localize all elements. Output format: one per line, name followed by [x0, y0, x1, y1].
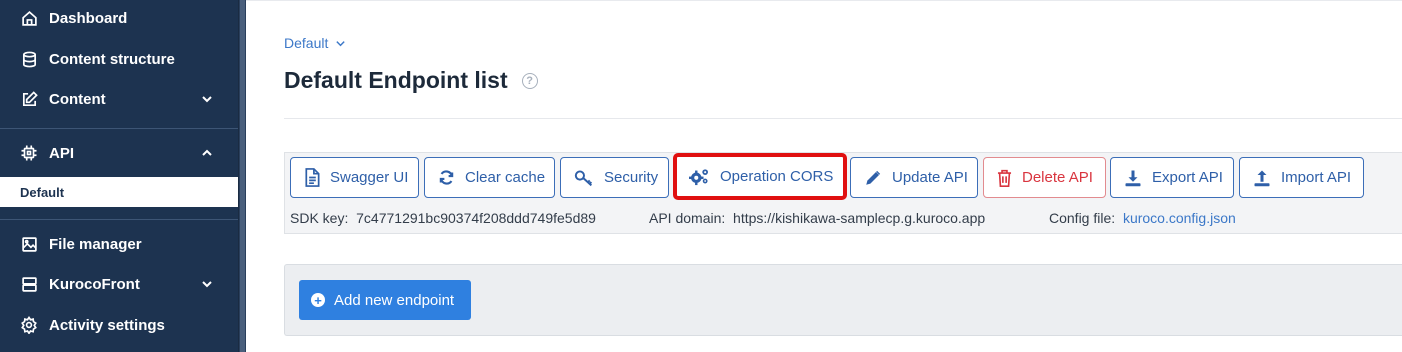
button-label: Swagger UI — [330, 169, 409, 186]
sidebar-item-label: API — [49, 144, 75, 162]
delete-api-button[interactable]: Delete API — [983, 157, 1106, 198]
refresh-icon — [439, 170, 454, 185]
sidebar-item-label: Dashboard — [49, 9, 128, 27]
security-button[interactable]: Security — [560, 157, 669, 198]
divider — [0, 219, 238, 220]
sdk-key-info: SDK key: 7c4771291bc90374f208ddd749fe5d8… — [290, 210, 596, 226]
sidebar-item-label: Content structure — [49, 50, 175, 68]
api-domain-value: https://kishikawa-samplecp.g.kuroco.app — [733, 210, 986, 226]
sidebar-item-default[interactable]: Default — [0, 177, 238, 207]
sidebar-item-label: Activity settings — [49, 316, 165, 334]
config-file-link[interactable]: kuroco.config.json — [1123, 210, 1236, 226]
divider — [284, 118, 1402, 119]
sidebar-item-dashboard[interactable]: Dashboard — [0, 0, 238, 38]
server-icon — [20, 275, 38, 293]
main-content: Default Default Endpoint list ? Swagger … — [246, 0, 1402, 352]
sidebar-item-content-structure[interactable]: Content structure — [0, 39, 238, 79]
api-domain-label: API domain: — [649, 210, 726, 226]
trash-icon — [997, 169, 1012, 187]
upload-icon — [1254, 170, 1270, 186]
gear-icon — [20, 316, 38, 334]
button-label: Update API — [892, 169, 968, 186]
button-label: Export API — [1152, 169, 1223, 186]
chevron-down-icon — [202, 281, 212, 288]
sidebar-item-label: KurocoFront — [49, 275, 140, 293]
home-icon — [20, 9, 38, 27]
config-file-label: Config file: — [1049, 210, 1116, 226]
export-api-button[interactable]: Export API — [1110, 157, 1234, 198]
operation-cors-button[interactable]: Operation CORS — [673, 153, 847, 200]
chevron-up-icon — [202, 149, 212, 156]
sidebar-item-label: Default — [20, 184, 65, 200]
sidebar-item-label: Content — [49, 90, 106, 108]
sidebar: Dashboard Content structure Content API … — [0, 0, 238, 352]
chip-icon — [20, 144, 38, 162]
button-label: Security — [604, 169, 659, 186]
sidebar-item-label: File manager — [49, 235, 142, 253]
sidebar-item-kurocofront[interactable]: KurocoFront — [0, 264, 238, 304]
page-title: Default Endpoint list ? — [284, 67, 538, 94]
plus-circle-icon: + — [311, 293, 325, 307]
sidebar-item-content[interactable]: Content — [0, 79, 238, 119]
help-icon[interactable]: ? — [521, 72, 538, 89]
breadcrumb-label: Default — [284, 35, 329, 51]
api-domain-info: API domain: https://kishikawa-samplecp.g… — [649, 210, 985, 226]
endpoint-panel: + Add new endpoint — [284, 264, 1402, 336]
scrollbar-thumb[interactable] — [240, 0, 245, 352]
image-icon — [20, 235, 38, 253]
sidebar-item-file-manager[interactable]: File manager — [0, 224, 238, 264]
sdk-key-value: 7c4771291bc90374f208ddd749fe5d89 — [356, 210, 596, 226]
sidebar-item-activity-settings[interactable]: Activity settings — [0, 305, 238, 345]
page-title-text: Default Endpoint list — [284, 67, 508, 93]
divider — [0, 128, 238, 129]
button-label: Operation CORS — [720, 168, 834, 185]
import-api-button[interactable]: Import API — [1239, 157, 1364, 198]
pencil-icon — [866, 170, 881, 185]
document-icon — [305, 168, 320, 187]
key-icon — [574, 169, 593, 186]
gears-icon — [689, 168, 708, 185]
button-label: Import API — [1281, 169, 1352, 186]
update-api-button[interactable]: Update API — [850, 157, 978, 198]
breadcrumb[interactable]: Default — [284, 35, 346, 51]
chevron-down-icon — [336, 40, 346, 46]
sidebar-scrollbar[interactable] — [238, 0, 246, 352]
database-icon — [20, 50, 38, 68]
config-file-info: Config file: kuroco.config.json — [1049, 210, 1236, 226]
chevron-down-icon — [202, 96, 212, 103]
sdk-key-label: SDK key: — [290, 210, 349, 226]
button-label: Add new endpoint — [334, 291, 455, 309]
api-toolbar: Swagger UI Clear cache Security Operatio… — [284, 152, 1402, 234]
sidebar-item-api[interactable]: API — [0, 133, 238, 173]
edit-icon — [20, 90, 38, 108]
download-icon — [1125, 170, 1141, 186]
swagger-ui-button[interactable]: Swagger UI — [290, 157, 419, 198]
button-label: Delete API — [1022, 169, 1093, 186]
clear-cache-button[interactable]: Clear cache — [424, 157, 555, 198]
add-new-endpoint-button[interactable]: + Add new endpoint — [299, 280, 471, 320]
button-label: Clear cache — [465, 169, 546, 186]
